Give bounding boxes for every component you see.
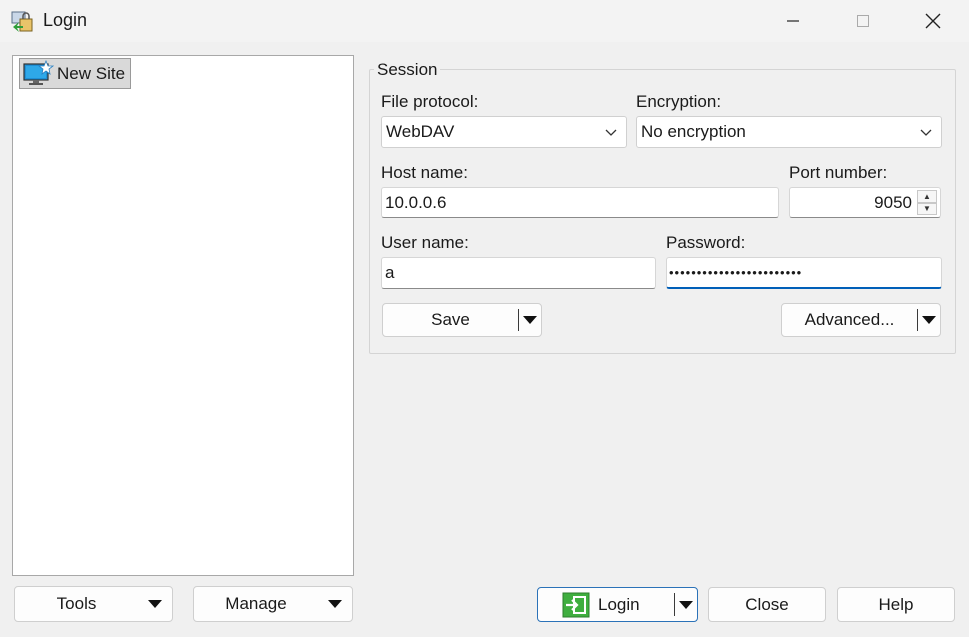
minimize-button[interactable] <box>770 0 816 42</box>
tree-item-new-site[interactable]: New Site <box>19 58 131 89</box>
login-dropdown[interactable] <box>675 600 697 610</box>
tree-item-label: New Site <box>57 63 126 83</box>
window-title: Login <box>43 10 88 30</box>
maximize-button[interactable] <box>840 0 886 42</box>
encryption-value: No encryption <box>641 122 746 141</box>
save-button[interactable]: Save <box>382 303 542 337</box>
session-legend: Session <box>374 60 441 80</box>
dropdown-arrow-icon <box>523 316 537 324</box>
encryption-select[interactable]: No encryption <box>636 116 942 148</box>
manage-button-label: Manage <box>225 594 287 613</box>
help-button-label: Help <box>878 594 914 614</box>
spin-up-icon[interactable]: ▲ <box>917 190 937 203</box>
close-button-label: Close <box>745 594 789 614</box>
password-input[interactable]: •••••••••••••••••••••••• <box>666 257 942 289</box>
chevron-down-icon <box>920 129 932 136</box>
host-name-label: Host name: <box>381 163 468 182</box>
dropdown-arrow-icon <box>922 316 936 324</box>
tools-button[interactable]: Tools <box>14 586 173 622</box>
dropdown-arrow-icon <box>328 600 342 608</box>
port-number-input[interactable]: 9050 ▲ ▼ <box>789 187 941 218</box>
maximize-icon <box>857 15 869 27</box>
dropdown-arrow-icon <box>679 600 693 609</box>
close-window-button[interactable] <box>910 0 956 42</box>
minimize-icon <box>787 20 799 22</box>
encryption-label: Encryption: <box>636 92 722 111</box>
spin-down-icon[interactable]: ▼ <box>917 202 937 215</box>
host-name-input[interactable]: 10.0.0.6 <box>381 187 779 218</box>
help-button[interactable]: Help <box>837 587 955 622</box>
dropdown-arrow-icon <box>148 600 162 608</box>
monitor-star-icon <box>23 59 54 85</box>
password-label: Password: <box>666 233 746 252</box>
user-name-label: User name: <box>381 233 469 252</box>
tools-dropdown[interactable] <box>138 599 172 609</box>
user-name-input[interactable]: a <box>381 257 656 289</box>
password-masked-value: •••••••••••••••••••••••• <box>669 265 803 280</box>
file-protocol-label: File protocol: <box>381 92 479 111</box>
manage-button[interactable]: Manage <box>193 586 353 622</box>
port-number-label: Port number: <box>789 163 888 182</box>
advanced-button[interactable]: Advanced... <box>781 303 941 337</box>
advanced-button-label: Advanced... <box>804 310 895 329</box>
title-bar <box>0 0 969 42</box>
tools-button-label: Tools <box>56 594 97 613</box>
file-protocol-value: WebDAV <box>386 122 455 141</box>
login-enter-icon <box>562 592 590 617</box>
login-button-label: Login <box>598 594 640 614</box>
port-number-value: 9050 <box>874 192 912 212</box>
manage-dropdown[interactable] <box>318 599 352 609</box>
save-button-label: Save <box>431 310 470 329</box>
advanced-dropdown[interactable] <box>918 315 940 325</box>
site-tree[interactable]: New Site <box>12 55 354 576</box>
port-spinner[interactable]: ▲ ▼ <box>917 190 937 215</box>
user-name-value: a <box>385 263 395 282</box>
file-protocol-select[interactable]: WebDAV <box>381 116 627 148</box>
login-button[interactable]: Login <box>537 587 698 622</box>
close-button[interactable]: Close <box>708 587 826 622</box>
save-dropdown[interactable] <box>519 315 541 325</box>
host-name-value: 10.0.0.6 <box>385 192 447 212</box>
chevron-down-icon <box>605 129 617 136</box>
close-icon <box>925 13 941 29</box>
app-icon <box>11 11 33 32</box>
